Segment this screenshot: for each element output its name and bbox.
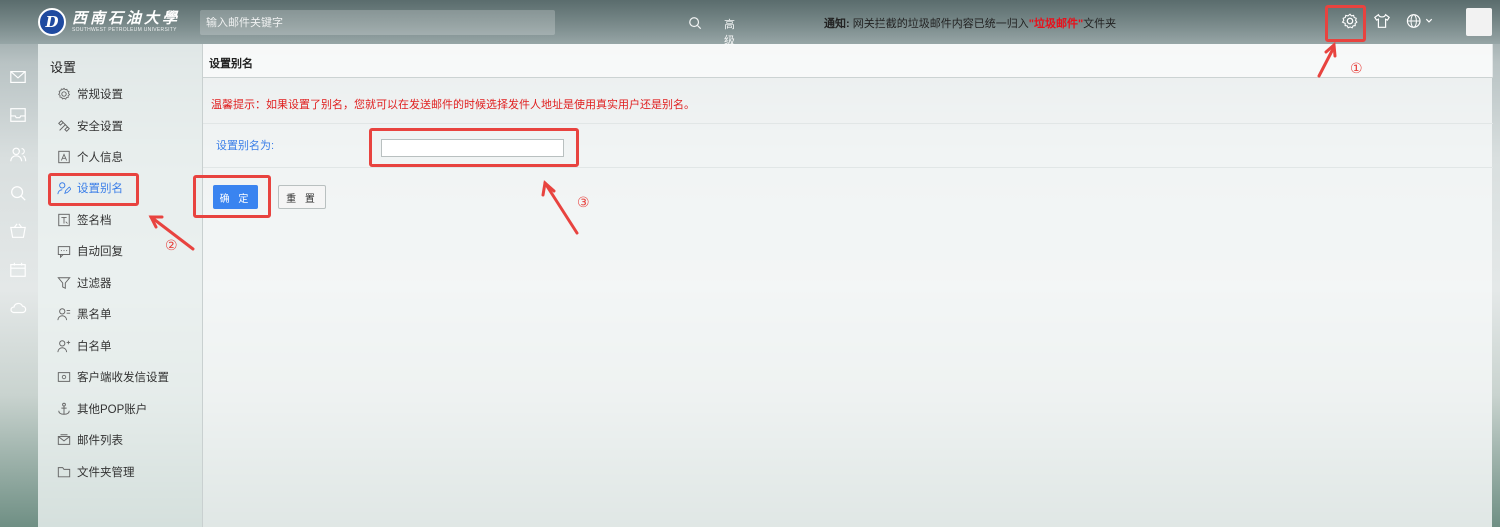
- search-rail-icon[interactable]: [9, 184, 27, 202]
- sidebar-item-mail-list[interactable]: 邮件列表: [57, 430, 123, 450]
- avatar[interactable]: [1466, 8, 1492, 36]
- page-title: 设置别名: [209, 58, 253, 70]
- sidebar-item-folders[interactable]: 文件夹管理: [57, 462, 135, 482]
- logo-emblem-icon: D: [38, 8, 66, 36]
- divider: [203, 167, 1493, 168]
- sidebar-title: 设置: [50, 60, 77, 75]
- signature-icon: [58, 213, 70, 227]
- filter-icon: [57, 277, 71, 290]
- notice-label: 通知:: [824, 18, 850, 30]
- contacts-icon[interactable]: [9, 145, 27, 163]
- reset-button[interactable]: 重 置: [278, 185, 326, 209]
- search-icon[interactable]: [688, 16, 702, 30]
- sidebar-item-label: 自动回复: [77, 246, 123, 258]
- sidebar-item-whitelist[interactable]: 白名单: [57, 336, 112, 356]
- main-panel: 设置别名 温馨提示：如果设置了别名，您就可以在发送邮件的时候选择发件人地址是使用…: [202, 44, 1493, 527]
- logo-text: 西南石油大學 SOUTHWEST PETROLEUM UNIVERSITY: [72, 11, 180, 33]
- language-globe-icon[interactable]: [1404, 12, 1436, 30]
- alias-label: 设置别名为:: [216, 140, 275, 152]
- panel-header: 设置别名: [203, 44, 1493, 78]
- basket-icon[interactable]: [9, 222, 27, 240]
- folder-icon: [57, 467, 71, 478]
- sidebar-item-filter[interactable]: 过滤器: [57, 273, 112, 293]
- notice-suffix: 文件夹: [1083, 18, 1117, 30]
- sidebar-item-security[interactable]: 安全设置: [57, 116, 123, 136]
- sidebar-item-client-settings[interactable]: 客户端收发信设置: [57, 367, 169, 387]
- inbox-icon[interactable]: [9, 106, 27, 124]
- skin-shirt-icon[interactable]: [1373, 12, 1391, 30]
- mail-list-icon: [57, 434, 71, 445]
- notice-text: 网关拦截的垃圾邮件内容已统一归入: [852, 18, 1029, 30]
- sidebar-item-label: 常规设置: [77, 89, 123, 101]
- annotation-number-1: ①: [1350, 61, 1363, 77]
- logo-en: SOUTHWEST PETROLEUM UNIVERSITY: [72, 27, 177, 33]
- client-icon: [57, 372, 71, 382]
- sidebar-item-auto-reply[interactable]: 自动回复: [57, 241, 123, 261]
- top-bar: D 西南石油大學 SOUTHWEST PETROLEUM UNIVERSITY …: [0, 0, 1500, 47]
- sidebar-item-profile[interactable]: 个人信息: [57, 147, 123, 167]
- sidebar-item-label: 安全设置: [77, 121, 123, 133]
- logo-cn: 西南石油大學: [72, 9, 181, 27]
- sidebar-item-general[interactable]: 常规设置: [57, 84, 123, 104]
- search-bar: 高级: [200, 10, 735, 47]
- sidebar-item-label: 其他POP账户: [77, 404, 148, 416]
- user-block-icon: [57, 308, 71, 321]
- user-allow-icon: [57, 340, 71, 353]
- annotation-number-2: ②: [165, 238, 178, 254]
- sidebar-item-label: 客户端收发信设置: [77, 372, 169, 384]
- cloud-icon[interactable]: [9, 299, 27, 317]
- sidebar-item-label: 白名单: [77, 341, 112, 353]
- sidebar-item-label: 过滤器: [77, 278, 112, 290]
- sidebar-item-label: 个人信息: [77, 152, 123, 164]
- notice-highlight: "垃圾邮件": [1028, 18, 1084, 30]
- search-input[interactable]: [200, 16, 480, 29]
- calendar-icon[interactable]: [9, 261, 27, 279]
- tip-text: 温馨提示：如果设置了别名，您就可以在发送邮件的时候选择发件人地址是使用真实用户还…: [211, 99, 695, 111]
- divider: [203, 123, 1493, 124]
- notice-banner: 通知: 网关拦截的垃圾邮件内容已统一归入"垃圾邮件"文件夹: [824, 15, 1116, 31]
- sidebar-item-label: 黑名单: [77, 309, 112, 321]
- id-card-icon: [58, 150, 70, 164]
- chat-icon: [57, 246, 71, 258]
- highlight-alias-menu-box: [48, 173, 139, 206]
- highlight-alias-input-box: [369, 128, 579, 167]
- university-logo[interactable]: D 西南石油大學 SOUTHWEST PETROLEUM UNIVERSITY: [38, 8, 180, 36]
- highlight-settings-box: [1325, 5, 1366, 42]
- tools-icon: [58, 120, 70, 132]
- gear-icon: [58, 87, 71, 100]
- sidebar-item-pop-accounts[interactable]: 其他POP账户: [57, 399, 147, 419]
- highlight-confirm-box: [193, 175, 271, 218]
- annotation-number-3: ③: [577, 195, 590, 211]
- sidebar-item-label: 签名档: [77, 215, 112, 227]
- sidebar-item-label: 文件夹管理: [77, 467, 135, 479]
- settings-sidebar: 设置 常规设置 安全设置 个人信息 设置别名 签名档 自动回复 过滤器 黑名单 …: [38, 44, 202, 527]
- mail-icon[interactable]: [9, 68, 27, 86]
- anchor-icon: [58, 402, 70, 415]
- sidebar-item-blacklist[interactable]: 黑名单: [57, 304, 112, 324]
- sidebar-item-label: 邮件列表: [77, 435, 123, 447]
- sidebar-item-signature[interactable]: 签名档: [57, 210, 112, 230]
